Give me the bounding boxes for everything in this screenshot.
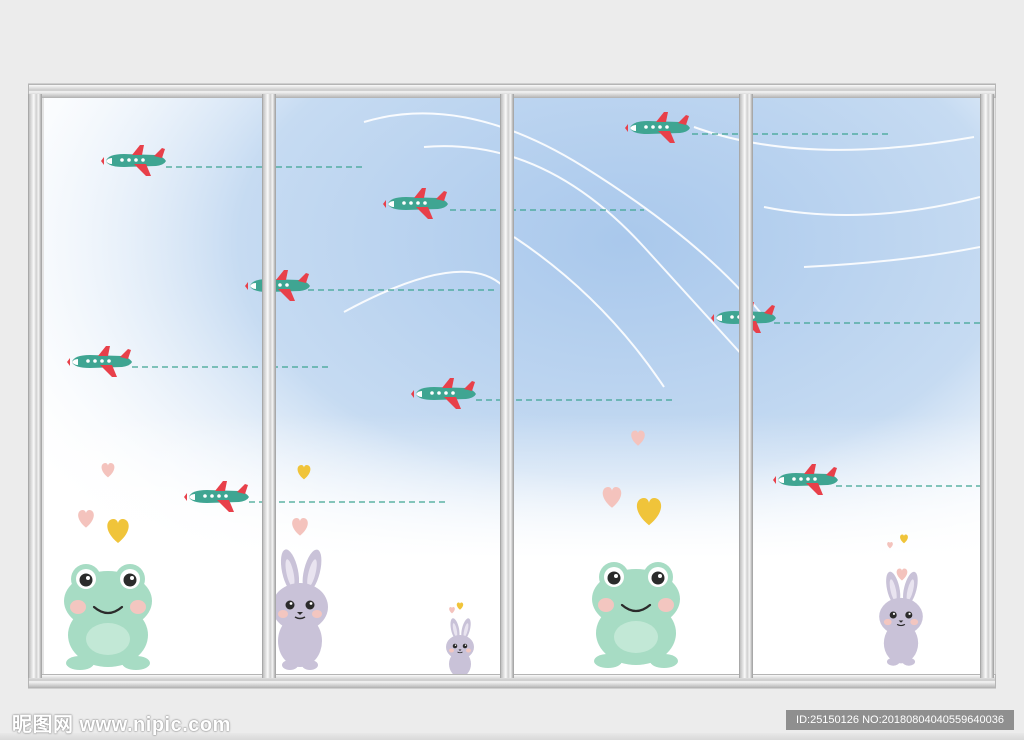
frog-right xyxy=(590,560,682,670)
window-mullion-right xyxy=(980,94,994,678)
frog-left xyxy=(62,562,154,672)
window-mullion-1 xyxy=(262,94,276,678)
window-mullion-left xyxy=(28,94,42,678)
window-mullion-3 xyxy=(739,94,753,678)
window-mullion-2 xyxy=(500,94,514,678)
watermark-id-badge: ID:25150126 NO:20180804040559640036 xyxy=(786,710,1014,730)
watermark-site-text: 昵图网 www.nipic.com xyxy=(12,714,231,736)
